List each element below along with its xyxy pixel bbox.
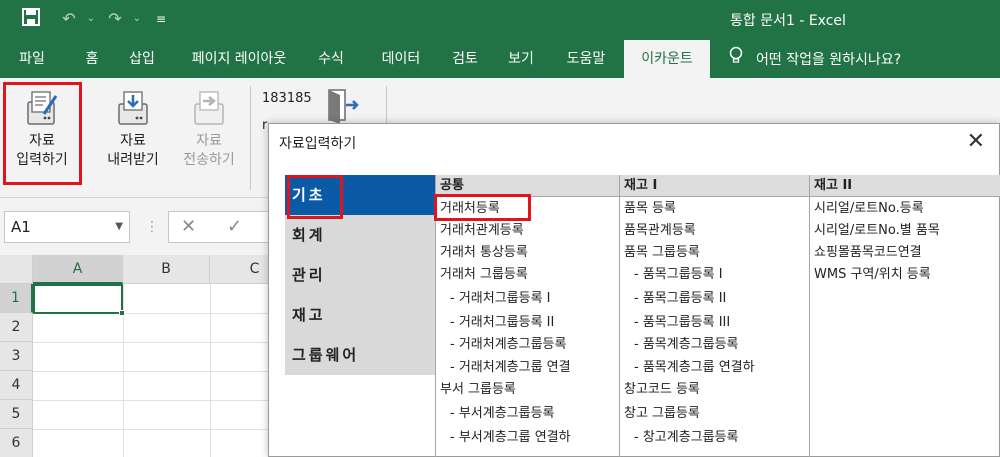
nav-item-accounting[interactable]: 회계: [285, 215, 435, 255]
tab-help[interactable]: 도움말: [557, 40, 615, 78]
tab-ecount[interactable]: 이카운트: [624, 40, 710, 78]
lightbulb-icon: [728, 40, 746, 78]
name-box[interactable]: A1 ▼: [4, 211, 130, 243]
menu-item[interactable]: 시리얼/로트No.별 품목: [814, 220, 940, 242]
ribbon-number: 183185: [262, 91, 312, 106]
grid-line: [33, 429, 273, 430]
nav-item-inventory[interactable]: 재고: [285, 295, 435, 335]
tab-review[interactable]: 검토: [442, 40, 488, 78]
menu-column-inventory-2: 재고 II 시리얼/로트No.등록 시리얼/로트No.별 품목 쇼핑몰품목코드연…: [809, 175, 1000, 457]
menu-item[interactable]: 시리얼/로트No.등록: [814, 198, 924, 220]
menu-item[interactable]: 부서 그룹등록: [440, 379, 516, 401]
dialog-title: 자료입력하기: [279, 136, 357, 152]
menu-item[interactable]: 창고코드 등록: [624, 379, 700, 401]
row-header-3[interactable]: 3: [0, 342, 33, 371]
menu-item[interactable]: - 창고계층그룹등록: [634, 427, 739, 449]
highlight-box-data-input: [3, 82, 82, 185]
menu-item[interactable]: - 품목그룹등록 III: [634, 312, 730, 334]
column-header-inventory-2: 재고 II: [810, 175, 1000, 197]
menu-item[interactable]: 품목 등록: [624, 198, 676, 220]
enter-formula-icon[interactable]: ✓: [227, 216, 242, 237]
menu-item[interactable]: 거래처관계등록: [440, 220, 524, 242]
cancel-formula-icon[interactable]: ✕: [181, 216, 196, 237]
active-cell-a1[interactable]: [33, 284, 123, 314]
window-title: 통합 문서1 - Excel: [730, 13, 846, 29]
data-send-button[interactable]: 자료 전송하기: [170, 84, 248, 184]
data-send-label: 자료 전송하기: [183, 133, 235, 168]
row-header-4[interactable]: 4: [0, 371, 33, 400]
menu-item[interactable]: - 거래처그룹등록 I: [450, 288, 551, 310]
menu-item[interactable]: - 품목그룹등록 II: [634, 288, 726, 310]
tab-home[interactable]: 홈: [72, 40, 112, 78]
close-icon[interactable]: ✕: [967, 129, 985, 154]
menu-item[interactable]: 거래처 통상등록: [440, 242, 528, 264]
save-icon[interactable]: [20, 8, 42, 30]
data-download-label: 자료 내려받기: [107, 133, 159, 168]
tab-file[interactable]: 파일: [2, 40, 62, 78]
undo-icon[interactable]: ↶: [58, 8, 80, 30]
grid-line: [33, 342, 273, 343]
menu-item[interactable]: - 품목계층그룹등록: [634, 334, 739, 356]
menu-item[interactable]: 쇼핑몰품목코드연결: [814, 242, 922, 264]
tell-me-text: 어떤 작업을 원하시나요?: [756, 52, 902, 68]
highlight-box-nav-basic: [287, 175, 343, 219]
fill-handle[interactable]: [119, 310, 125, 316]
menu-item[interactable]: 창고 그룹등록: [624, 403, 700, 425]
column-header-b[interactable]: B: [123, 255, 210, 284]
menu-item[interactable]: - 부서계층그룹 연결하: [450, 427, 571, 449]
redo-icon[interactable]: ↷: [104, 8, 126, 30]
chevron-down-icon[interactable]: ▼: [115, 212, 123, 242]
tab-insert[interactable]: 삽입: [118, 40, 166, 78]
row-header-5[interactable]: 5: [0, 400, 33, 429]
column-header-a[interactable]: A: [33, 255, 123, 284]
customize-quick-access-icon[interactable]: ≡: [150, 8, 172, 30]
menu-item[interactable]: - 거래처그룹등록 II: [450, 312, 554, 334]
menu-item[interactable]: - 부서계층그룹등록: [450, 403, 555, 425]
data-download-button[interactable]: 자료 내려받기: [94, 84, 172, 184]
column-header-inventory-1: 재고 I: [620, 175, 810, 197]
menu-item[interactable]: - 품목계층그룹 연결하: [634, 357, 755, 379]
highlight-box-customer-register: [434, 194, 531, 221]
tab-formulas[interactable]: 수식: [310, 40, 352, 78]
menu-item[interactable]: - 품목그룹등록 I: [634, 264, 723, 286]
menu-item[interactable]: - 거래처계층그룹등록: [450, 334, 566, 356]
tab-page-layout[interactable]: 페이지 레이아웃: [176, 40, 302, 78]
name-box-value: A1: [11, 218, 31, 236]
row-header-1[interactable]: 1: [0, 284, 33, 313]
menu-column-inventory-1: 재고 I 품목 등록 품목관계등록 품목 그룹등록 - 품목그룹등록 I - 품…: [619, 175, 810, 457]
exit-door-icon[interactable]: [326, 88, 360, 124]
nav-item-groupware[interactable]: 그룹웨어: [285, 335, 435, 375]
undo-dropdown-icon[interactable]: ⌄: [80, 8, 102, 30]
menu-item[interactable]: WMS 구역/위치 등록: [814, 264, 931, 286]
tab-data[interactable]: 데이터: [372, 40, 430, 78]
redo-dropdown-icon[interactable]: ⌄: [126, 8, 148, 30]
title-bar: ↶ ⌄ ↷ ⌄ ≡ 통합 문서1 - Excel: [0, 0, 1000, 40]
menu-item[interactable]: 품목 그룹등록: [624, 242, 700, 264]
grid-line: [210, 284, 211, 457]
send-icon: [191, 88, 227, 128]
ribbon-tabs: 파일 홈 삽입 페이지 레이아웃 수식 데이터 검토 보기 도움말 이카운트 어…: [0, 40, 1000, 78]
download-icon: [115, 88, 151, 128]
ribbon-small-text: r: [262, 118, 268, 133]
formula-bar-grip: ⋮: [145, 219, 159, 235]
row-header-2[interactable]: 2: [0, 313, 33, 342]
row-header-6[interactable]: 6: [0, 429, 33, 457]
menu-item[interactable]: 거래처 그룹등록: [440, 264, 528, 286]
ribbon-separator: [250, 86, 251, 190]
tell-me-search[interactable]: 어떤 작업을 원하시나요?: [728, 40, 901, 78]
menu-item[interactable]: 품목관계등록: [624, 220, 696, 242]
select-all-corner[interactable]: [0, 255, 33, 284]
menu-item[interactable]: - 거래처계층그룹 연결: [450, 357, 571, 379]
tab-view[interactable]: 보기: [499, 40, 543, 78]
grid-line: [33, 400, 273, 401]
grid-line: [33, 371, 273, 372]
nav-item-management[interactable]: 관리: [285, 255, 435, 295]
data-input-dialog: 자료입력하기 ✕ 기초 회계 관리 재고 그룹웨어 공통 거래처등록 거래처관계…: [268, 123, 1000, 457]
